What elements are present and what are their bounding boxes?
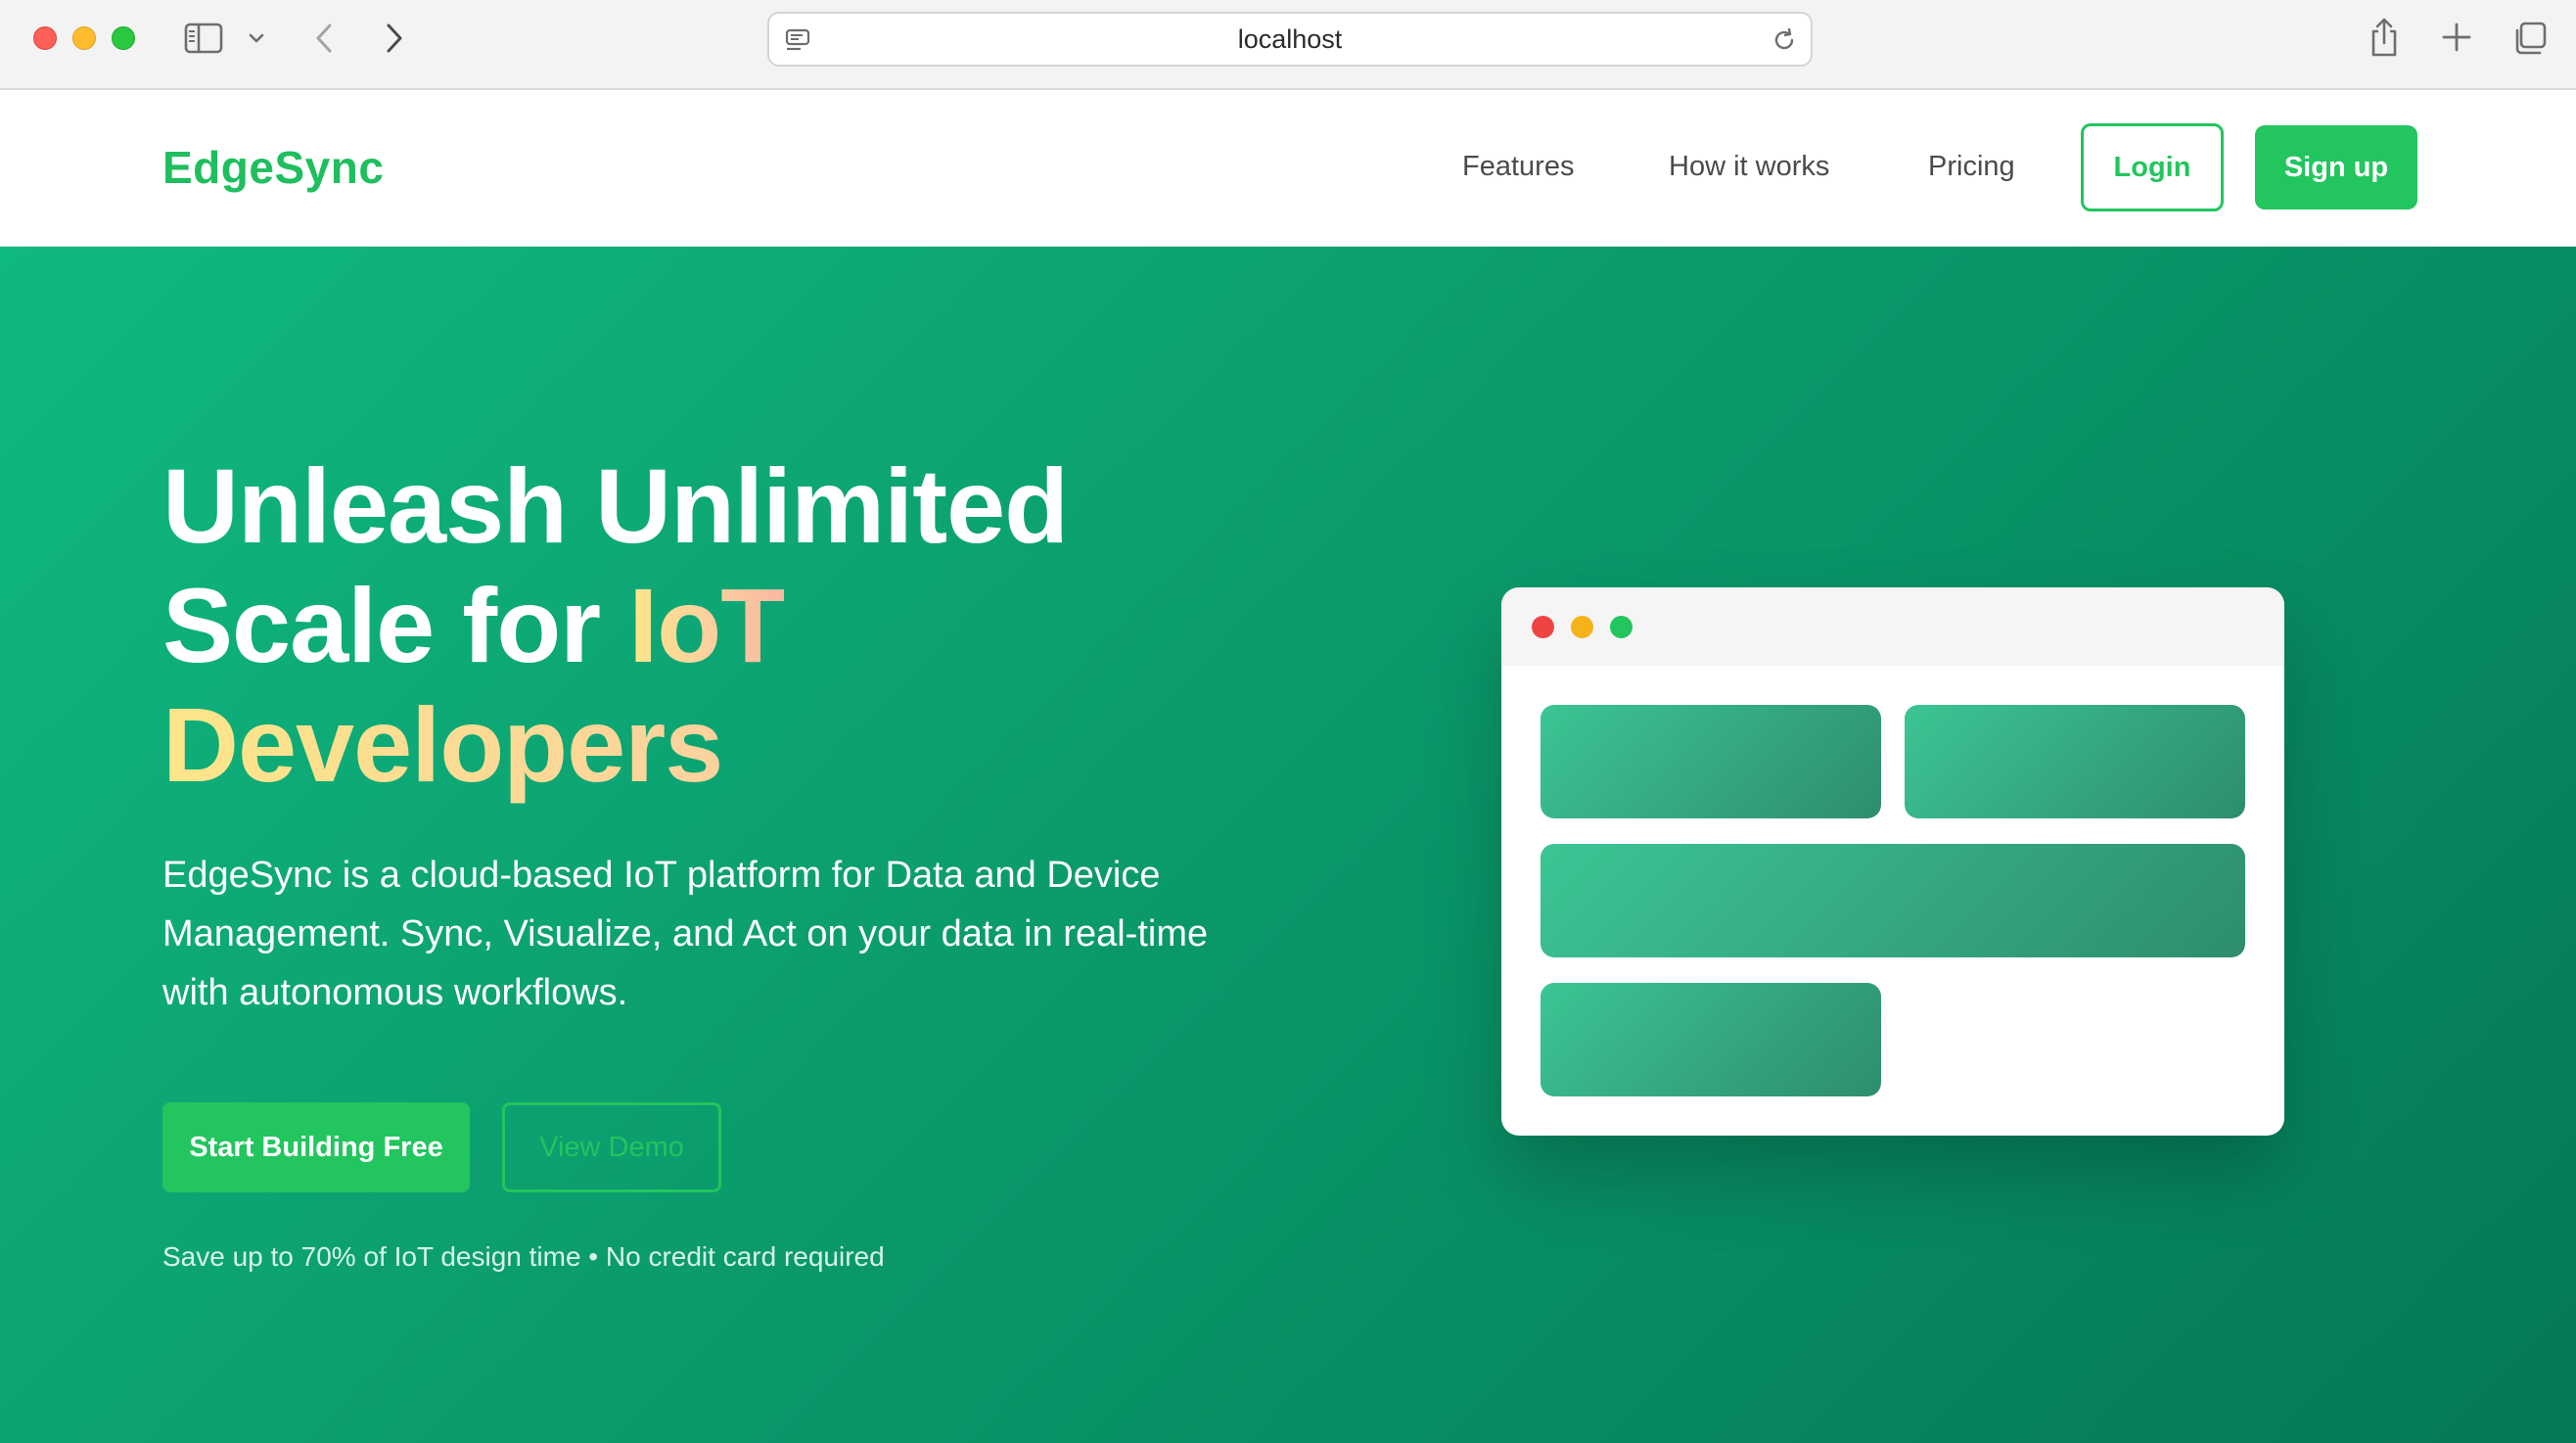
hero-title-accent-developers: Developers — [162, 685, 1337, 805]
back-icon[interactable] — [307, 20, 343, 57]
share-icon[interactable] — [2367, 16, 2402, 59]
sidebar-icon[interactable] — [184, 22, 223, 55]
chevron-down-icon[interactable] — [245, 25, 268, 51]
preview-card — [1541, 705, 1881, 818]
forward-icon[interactable] — [376, 20, 411, 57]
hero-title-line-1: Unleash Unlimited — [162, 446, 1069, 565]
view-demo-button[interactable]: View Demo — [502, 1102, 721, 1192]
preview-red-dot — [1532, 616, 1554, 638]
preview-green-dot — [1610, 616, 1633, 638]
preview-titlebar — [1501, 587, 2284, 666]
browser-toolbar: localhost — [0, 0, 2576, 90]
zoom-window-button[interactable] — [112, 26, 135, 50]
nav-link-how-it-works[interactable]: How it works — [1669, 151, 1829, 183]
signup-button[interactable]: Sign up — [2255, 125, 2417, 209]
hero-title-plain: Scale for — [162, 566, 629, 684]
hero-note: Save up to 70% of IoT design time • No c… — [162, 1241, 885, 1272]
new-tab-icon[interactable] — [2439, 20, 2474, 55]
preview-card — [1541, 983, 1881, 1096]
address-bar[interactable]: localhost — [767, 12, 1813, 67]
hero-title-accent-iot: IoT — [628, 566, 785, 684]
preview-yellow-dot — [1571, 616, 1593, 638]
site-settings-icon[interactable] — [783, 25, 812, 55]
hero-title: Unleash Unlimited Scale for IoT Develope… — [162, 446, 1337, 805]
login-button[interactable]: Login — [2081, 123, 2224, 211]
url-text: localhost — [1237, 23, 1343, 54]
logo[interactable]: EdgeSync — [162, 141, 384, 194]
dashboard-preview-illustration — [1501, 587, 2284, 1136]
preview-card-wide — [1541, 844, 2245, 957]
tab-overview-icon[interactable] — [2511, 20, 2549, 57]
hero-title-line-2: Scale for IoT — [162, 566, 1337, 685]
hero-section: Unleash Unlimited Scale for IoT Develope… — [0, 247, 2576, 1443]
start-building-button[interactable]: Start Building Free — [162, 1102, 470, 1192]
close-window-button[interactable] — [33, 26, 57, 50]
preview-card — [1905, 705, 2245, 818]
site-header: EdgeSync Features How it works Pricing L… — [0, 90, 2576, 247]
minimize-window-button[interactable] — [72, 26, 96, 50]
nav-link-features[interactable]: Features — [1462, 151, 1574, 183]
hero-description: EdgeSync is a cloud-based IoT platform f… — [162, 855, 1209, 1013]
reload-icon[interactable] — [1770, 25, 1799, 55]
nav-link-pricing[interactable]: Pricing — [1928, 151, 2015, 183]
